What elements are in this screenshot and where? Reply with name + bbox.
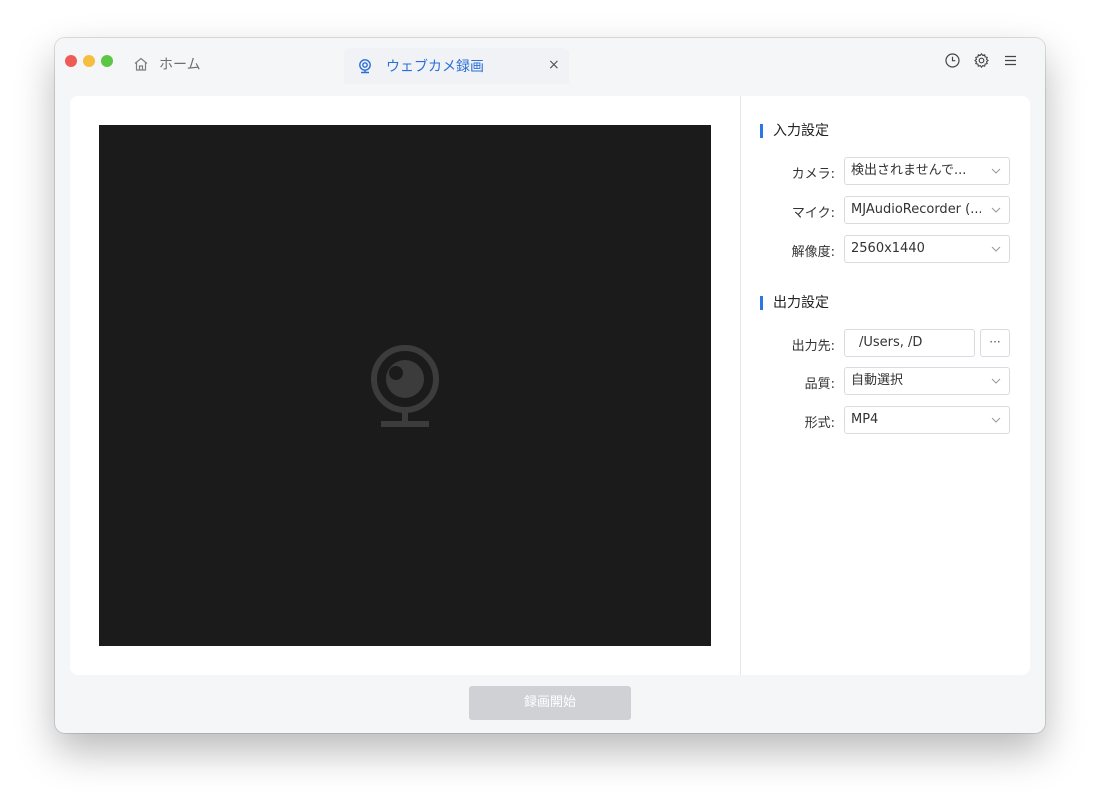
format-select[interactable]: MP4 (844, 406, 1010, 434)
main-panel: 入力設定 カメラ: 検出されませんで... マイク: MJAudioRecord… (70, 96, 1030, 675)
browse-folder-button[interactable]: ··· (980, 329, 1010, 357)
output-settings-title: 出力設定 (760, 296, 829, 310)
panel-divider (740, 96, 741, 675)
quality-select[interactable]: 自動選択 (844, 367, 1010, 395)
zoom-window-button[interactable] (101, 55, 113, 67)
start-recording-button[interactable]: 録画開始 (469, 686, 631, 720)
camera-select-value: 検出されませんで... (851, 163, 967, 178)
chevron-down-icon (991, 168, 1001, 174)
top-toolbar (944, 52, 1019, 69)
home-icon (134, 57, 148, 71)
close-tab-button[interactable]: × (548, 57, 560, 73)
chevron-down-icon (991, 378, 1001, 384)
tab-home-label: ホーム (159, 57, 201, 73)
camera-label: カメラ: (791, 167, 835, 182)
mic-select[interactable]: MJAudioRecorder (... (844, 196, 1010, 224)
camera-preview (99, 125, 711, 646)
resolution-label: 解像度: (791, 245, 835, 260)
app-window: ホーム ウェブカメ録画 × 入力設定 カメラ: 検出されませんで... マイク:… (55, 38, 1045, 733)
chevron-down-icon (991, 417, 1001, 423)
mic-select-value: MJAudioRecorder (... (851, 202, 981, 217)
chevron-down-icon (991, 207, 1001, 213)
format-select-value: MP4 (851, 412, 879, 427)
history-icon[interactable] (944, 52, 961, 69)
title-bar: ホーム ウェブカメ録画 × (55, 38, 1045, 84)
destination-path-input[interactable]: /Users, /D (844, 329, 975, 357)
close-window-button[interactable] (65, 55, 77, 67)
tab-home[interactable]: ホーム (133, 54, 201, 74)
format-label: 形式: (804, 416, 835, 431)
resolution-select[interactable]: 2560x1440 (844, 235, 1010, 263)
gear-icon[interactable] (973, 52, 990, 69)
quality-select-value: 自動選択 (851, 373, 904, 388)
mic-label: マイク: (791, 206, 835, 221)
webcam-icon (359, 59, 371, 74)
tab-webcam-recording[interactable]: ウェブカメ録画 × (344, 48, 569, 84)
input-settings-title: 入力設定 (760, 124, 829, 138)
chevron-down-icon (991, 246, 1001, 252)
quality-label: 品質: (804, 377, 835, 392)
camera-select[interactable]: 検出されませんで... (844, 157, 1010, 185)
webcam-icon (371, 345, 439, 427)
resolution-select-value: 2560x1440 (851, 241, 925, 256)
minimize-window-button[interactable] (83, 55, 95, 67)
menu-icon[interactable] (1002, 52, 1019, 69)
destination-label: 出力先: (791, 339, 835, 354)
tab-webcam-label: ウェブカメ録画 (386, 59, 484, 75)
